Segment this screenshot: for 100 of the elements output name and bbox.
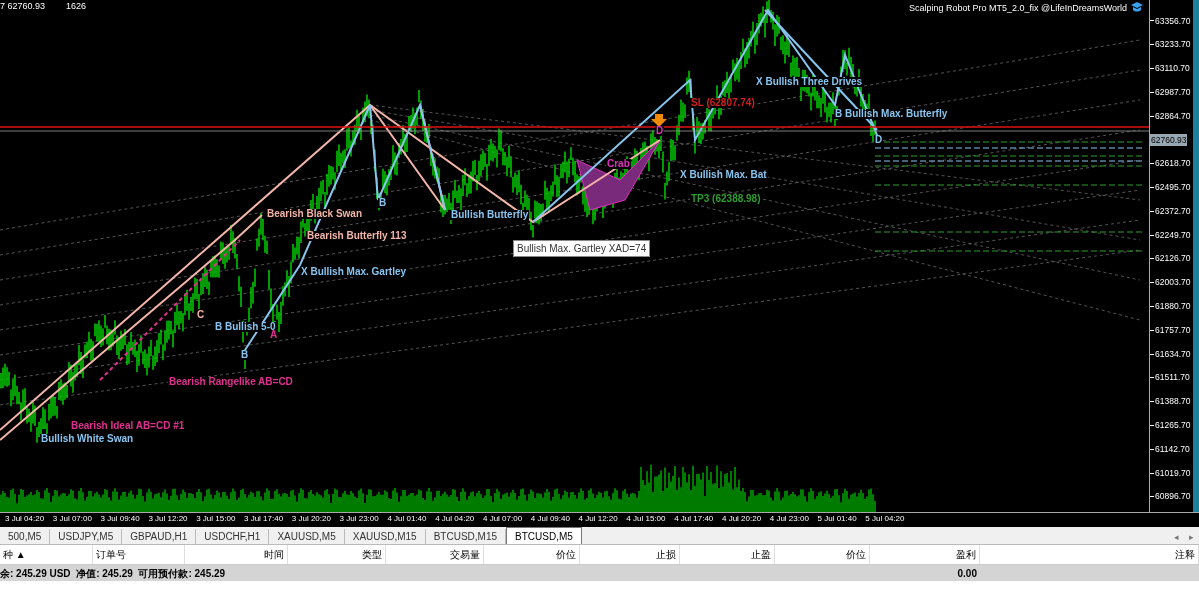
time-tick: 3 Jul 07:00 (52, 513, 93, 525)
axis-tick-mark (1150, 258, 1154, 260)
graduation-cap-icon (1131, 2, 1143, 12)
pattern-label: X Bullish Three Drives (755, 77, 864, 87)
price-tick: 61019.70 (1155, 466, 1191, 480)
price-tick: 62372.70 (1155, 204, 1191, 218)
tick-count: 1626 (66, 0, 87, 13)
chart-tab[interactable]: XAUUSD,M15 (344, 529, 426, 544)
time-tick: 3 Jul 15:00 (196, 513, 237, 525)
price-tick: 61511.70 (1155, 371, 1190, 385)
pattern-label: X Bullish Max. Gartley (300, 267, 408, 277)
account-summary: 余: 245.29 USD 净值: 245.29 可用预付款: 245.29 (0, 566, 227, 581)
time-tick: 3 Jul 23:00 (339, 513, 380, 525)
price-tick: 61265.70 (1155, 419, 1191, 432)
axis-tick-mark (1150, 20, 1154, 22)
tab-scroll-button[interactable]: ▸ (1184, 530, 1199, 544)
pattern-label: A (269, 330, 279, 340)
price-tick: 63110.70 (1155, 62, 1190, 75)
column-header[interactable]: 时间 (185, 545, 288, 564)
time-tick: 5 Jul 04:20 (865, 513, 906, 525)
price-tick: 63233.70 (1155, 38, 1191, 52)
axis-tick-mark (1150, 305, 1154, 307)
axis-tick-mark (1150, 401, 1154, 403)
chart-tab[interactable]: 500,M5 (0, 529, 51, 544)
time-tick: 4 Jul 23:00 (769, 513, 810, 525)
axis-tick-mark (1150, 186, 1154, 188)
column-header[interactable]: 止盈 (680, 545, 775, 564)
column-header[interactable]: 交易量 (386, 545, 484, 564)
pattern-label: B (240, 350, 250, 360)
profit-total: 0.00 (956, 566, 978, 581)
pattern-label: B Bullish Max. Butterfly (834, 109, 949, 119)
price-tick: 62126.70 (1155, 252, 1191, 266)
price-tick: 62249.70 (1155, 228, 1191, 242)
axis-tick-mark (1150, 282, 1154, 284)
time-tick: 3 Jul 12:20 (148, 513, 189, 525)
price-tick: 60896.70 (1155, 490, 1191, 504)
price-tick: 61757.70 (1155, 323, 1191, 337)
axis-tick-mark (1150, 115, 1154, 117)
time-tick: 3 Jul 20:20 (291, 513, 332, 525)
current-price-label: 62760.93 (1150, 132, 1189, 149)
axis-tick-mark (1150, 329, 1154, 331)
column-header[interactable]: 注释 (980, 545, 1199, 564)
column-header[interactable]: 价位 (484, 545, 580, 564)
axis-tick-mark (1150, 163, 1154, 165)
time-tick: 3 Jul 17:40 (244, 513, 285, 525)
time-tick: 4 Jul 20:20 (721, 513, 763, 525)
axis-tick-mark (1150, 234, 1154, 236)
price-tick: 61142.70 (1155, 442, 1190, 456)
pattern-label: TP3 (62388.98) (690, 194, 762, 204)
column-header[interactable]: 盈利 (870, 545, 980, 564)
pattern-label: Bullish Butterfly (450, 210, 530, 220)
column-header[interactable]: 类型 (288, 545, 386, 564)
pattern-label: Bullish White Swan (40, 434, 135, 444)
tooltip: Bullish Max. Gartley XAD=74 (513, 240, 651, 257)
pattern-label: SL (62807.74) (690, 98, 756, 108)
chart-tab[interactable]: USDJPY,M5 (50, 529, 123, 544)
pattern-label: Bearish Rangelike AB=CD (168, 377, 294, 387)
time-tick: 4 Jul 12:20 (578, 513, 619, 525)
chart-tab[interactable]: XAUUSD,M5 (269, 529, 345, 544)
column-header[interactable]: 订单号 (93, 545, 185, 564)
pattern-label: B Bullish 5-0 (214, 322, 277, 332)
time-tick: 4 Jul 17:40 (674, 513, 715, 525)
price-tick: 62003.70 (1155, 276, 1191, 290)
price-tick: 63356.70 (1155, 14, 1191, 28)
pattern-label: X Bullish Max. Bat (679, 170, 768, 180)
axis-tick-mark (1150, 496, 1154, 498)
time-tick: 5 Jul 01:40 (817, 513, 858, 525)
price-tick: 62987.70 (1155, 85, 1191, 99)
pattern-label: Bearish Butterfly 113 (306, 231, 408, 241)
axis-tick-mark (1150, 353, 1154, 355)
quote-text: 7 62760.93 (0, 0, 46, 13)
time-tick: 4 Jul 01:40 (387, 513, 428, 525)
axis-tick-mark (1150, 472, 1154, 474)
column-header[interactable]: 价位 (775, 545, 870, 564)
price-tick: 61634.70 (1155, 347, 1191, 361)
pattern-label: D (874, 135, 884, 145)
axis-tick-mark (1150, 68, 1154, 69)
price-tick: 62618.70 (1155, 157, 1191, 171)
chart-tab[interactable]: USDCHF,H1 (196, 529, 270, 544)
axis-tick-mark (1150, 44, 1154, 46)
column-header[interactable]: 止损 (580, 545, 680, 564)
chart-tab[interactable]: GBPAUD,H1 (122, 529, 197, 544)
time-tick: 4 Jul 09:40 (530, 513, 571, 525)
expert-name: Scalping Robot Pro MT5_2.0_fix @LifeInDreamsWorld (908, 2, 1127, 15)
pattern-label: C (196, 310, 206, 320)
time-tick: 4 Jul 07:00 (482, 513, 524, 525)
pattern-label: D (655, 126, 665, 136)
price-tick: 61388.70 (1155, 395, 1191, 408)
pattern-label: Bearish Ideal AB=CD #1 (70, 421, 186, 431)
axis-tick-mark (1150, 448, 1154, 450)
tab-scroll-button[interactable]: ◂ (1169, 530, 1184, 544)
column-header[interactable]: 种 ▲ (0, 545, 93, 564)
price-tick: 62864.70 (1155, 109, 1191, 123)
time-tick: 4 Jul 15:00 (626, 513, 667, 525)
pattern-label: Bearish Black Swan (266, 209, 364, 219)
price-tick: 61880.70 (1155, 300, 1191, 313)
time-tick: 3 Jul 04:20 (5, 513, 46, 525)
axis-tick-mark (1150, 210, 1154, 212)
axis-tick-mark (1150, 377, 1154, 379)
chart-tab[interactable]: BTCUSD,M5 (506, 527, 582, 544)
